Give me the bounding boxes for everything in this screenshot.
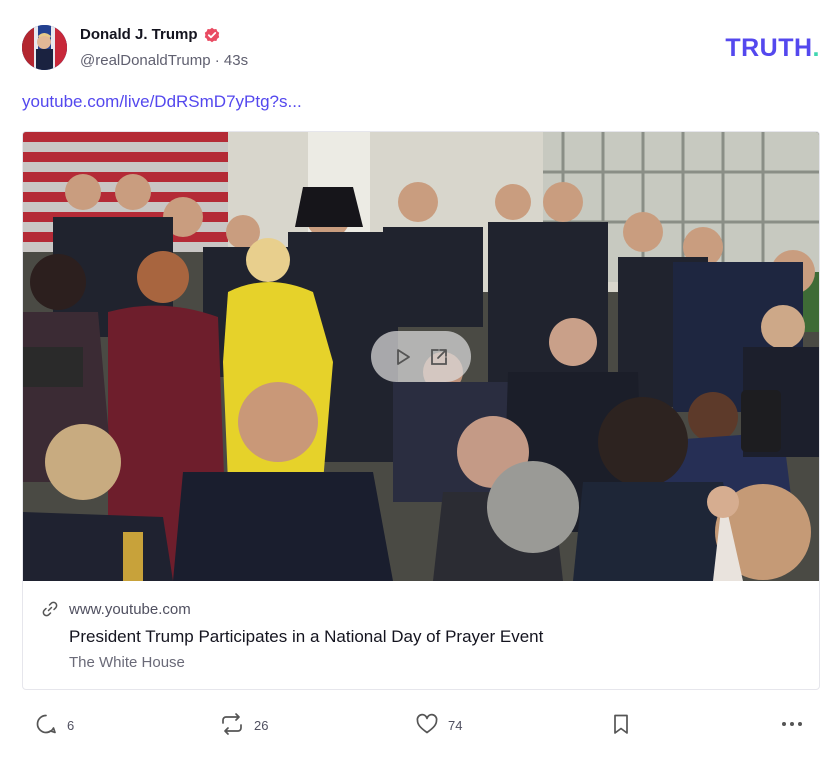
retruth-button[interactable]: 26 xyxy=(219,708,268,742)
retruth-icon xyxy=(219,712,245,739)
bookmark-icon xyxy=(609,712,633,739)
avatar[interactable] xyxy=(22,25,67,70)
retruth-count: 26 xyxy=(254,717,269,733)
more-icon xyxy=(780,712,804,739)
more-button[interactable] xyxy=(780,708,804,742)
link-card-body[interactable]: www.youtube.com President Trump Particip… xyxy=(23,581,819,689)
heart-icon xyxy=(415,712,439,739)
play-icon[interactable] xyxy=(393,347,413,367)
author-meta: @realDonaldTrump · 43s xyxy=(80,52,248,69)
link-card-domain: www.youtube.com xyxy=(69,601,191,618)
reply-button[interactable]: 6 xyxy=(34,708,74,742)
handle[interactable]: @realDonaldTrump xyxy=(80,52,211,69)
video-thumbnail[interactable] xyxy=(23,132,819,581)
link-card-title[interactable]: President Trump Participates in a Nation… xyxy=(69,627,543,647)
post-header: Donald J. Trump @realDonaldTrump · 43s T… xyxy=(22,24,820,74)
post-link[interactable]: youtube.com/live/DdRSmD7yPtg?s... xyxy=(22,92,302,112)
bookmark-button[interactable] xyxy=(609,708,633,742)
truth-logo[interactable]: TRUTH. xyxy=(725,34,820,63)
like-count: 74 xyxy=(448,717,463,733)
like-button[interactable]: 74 xyxy=(415,708,462,742)
timestamp[interactable]: 43s xyxy=(224,52,248,69)
truth-logo-text: TRUTH xyxy=(725,34,813,62)
link-icon xyxy=(41,600,59,623)
verified-badge-icon xyxy=(204,27,220,43)
truth-logo-dot: . xyxy=(812,34,820,62)
display-name[interactable]: Donald J. Trump xyxy=(80,26,198,43)
reply-count: 6 xyxy=(67,717,75,733)
reply-icon xyxy=(34,712,58,739)
link-card[interactable]: www.youtube.com President Trump Particip… xyxy=(22,131,820,690)
meta-separator: · xyxy=(214,52,220,69)
avatar-flag-photo xyxy=(22,25,67,70)
link-card-source: The White House xyxy=(69,654,185,671)
post-actions: 6 26 74 xyxy=(22,708,820,742)
media-controls xyxy=(371,331,471,382)
external-link-icon[interactable] xyxy=(429,347,449,367)
